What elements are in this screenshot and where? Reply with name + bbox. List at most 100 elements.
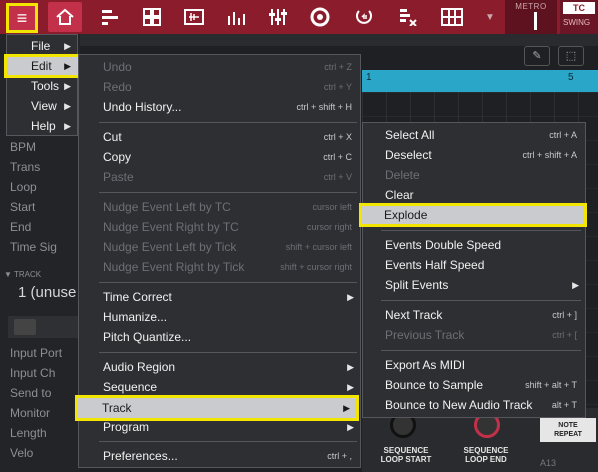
ruler-bar-5: 5 <box>568 72 574 83</box>
menu-item-label: Bounce to Sample <box>385 378 484 392</box>
grid-pads-button[interactable] <box>138 3 166 31</box>
track-name[interactable]: 1 (unuse <box>18 284 76 301</box>
menu-item-nudge-left-tc[interactable]: Nudge Event Left by TC cursor left <box>79 197 360 217</box>
pencil-icon: ✎ <box>532 50 542 62</box>
menu-item-file[interactable]: File ▶ <box>7 36 77 56</box>
submenu-arrow-icon: ▶ <box>572 280 579 290</box>
pencil-tool-button[interactable]: ✎ <box>524 46 550 66</box>
menu-item-edit[interactable]: Edit ▶ <box>4 54 80 78</box>
arrange-button[interactable] <box>96 3 124 31</box>
menu-item-help[interactable]: Help ▶ <box>7 116 77 136</box>
menu-item-program[interactable]: Program ▶ <box>79 417 360 437</box>
input-port-label: Input Port <box>10 346 63 360</box>
menu-item-pitch-quantize[interactable]: Pitch Quantize... <box>79 327 360 347</box>
mixer-icon <box>228 12 245 25</box>
menu-item-split-events[interactable]: Split Events ▶ <box>363 275 585 295</box>
pad-view-tab[interactable] <box>14 319 36 335</box>
menu-item-label: Export As MIDI <box>385 358 466 372</box>
menu-item-label: Next Track <box>385 308 443 322</box>
menu-item-label: Pitch Quantize... <box>103 330 192 344</box>
menu-item-label: Program <box>103 420 150 434</box>
step-grid-button[interactable] <box>438 3 466 31</box>
menu-item-label: Events Half Speed <box>385 258 485 272</box>
menu-item-delete[interactable]: Delete <box>363 165 585 185</box>
menu-item-label: Audio Region <box>103 360 176 374</box>
mixer-button[interactable] <box>222 3 250 31</box>
shortcut-label: ctrl + [ <box>552 330 577 340</box>
send-to-label: Send to <box>10 386 52 400</box>
menu-item-events-half-speed[interactable]: Events Half Speed <box>363 255 585 275</box>
channel-mixer-icon <box>269 9 287 25</box>
menu-item-label: Copy <box>103 150 132 164</box>
menu-item-cut[interactable]: Cut ctrl + X <box>79 127 360 147</box>
ruler-bar-1: 1 <box>366 72 372 83</box>
menu-item-bounce-new-audio-track[interactable]: Bounce to New Audio Track alt + T <box>363 395 585 415</box>
menu-separator <box>381 350 581 351</box>
loop-icon <box>356 10 372 24</box>
menu-item-bounce-to-sample[interactable]: Bounce to Sample shift + alt + T <box>363 375 585 395</box>
menu-item-label: Undo <box>103 60 132 74</box>
menu-item-deselect[interactable]: Deselect ctrl + shift + A <box>363 145 585 165</box>
menu-item-select-all[interactable]: Select All ctrl + A <box>363 125 585 145</box>
track-header-label: TRACK <box>14 270 42 279</box>
menu-item-export-midi[interactable]: Export As MIDI <box>363 355 585 375</box>
menu-item-label: Redo <box>103 80 132 94</box>
note-repeat-button[interactable]: NOTE REPEAT <box>540 418 596 442</box>
menu-item-paste[interactable]: Paste ctrl + V <box>79 167 360 187</box>
top-toolbar: ≡ ▼ METRO TC SWING <box>0 0 598 34</box>
menu-item-undo-history[interactable]: Undo History... ctrl + shift + H <box>79 97 360 117</box>
collapse-icon[interactable]: ▼ <box>4 270 14 279</box>
record-button[interactable] <box>306 3 334 31</box>
menu-item-events-double-speed[interactable]: Events Double Speed <box>363 235 585 255</box>
sample-edit-button[interactable] <box>180 3 208 31</box>
timeline-ruler[interactable]: 1 5 <box>362 70 598 92</box>
velo-label: Velo <box>10 446 34 460</box>
channel-mixer-button[interactable] <box>264 3 292 31</box>
select-tool-button[interactable]: ⬚ <box>558 46 584 66</box>
menu-item-clear[interactable]: Clear <box>363 185 585 205</box>
menu-item-preferences[interactable]: Preferences... ctrl + , <box>79 446 360 466</box>
menu-item-nudge-right-tc[interactable]: Nudge Event Right by TC cursor right <box>79 217 360 237</box>
menu-item-view[interactable]: View ▶ <box>7 96 77 116</box>
metronome-needle-icon <box>534 12 537 30</box>
time-sig-label: Time Sig <box>10 240 57 254</box>
sample-delete-button[interactable] <box>394 3 422 31</box>
menu-item-tools[interactable]: Tools ▶ <box>7 76 77 96</box>
hamburger-menu-button[interactable]: ≡ <box>6 3 38 33</box>
submenu-arrow-icon: ▶ <box>64 81 71 91</box>
menu-item-label: Help <box>31 119 56 133</box>
menu-item-previous-track[interactable]: Previous Track ctrl + [ <box>363 325 585 345</box>
submenu-arrow-icon: ▶ <box>347 362 354 372</box>
menu-item-nudge-left-tick[interactable]: Nudge Event Left by Tick shift + cursor l… <box>79 237 360 257</box>
loop-label: Loop <box>10 180 37 194</box>
menu-item-nudge-right-tick[interactable]: Nudge Event Right by Tick shift + cursor … <box>79 257 360 277</box>
loop-button[interactable] <box>350 3 378 31</box>
menu-item-sequence[interactable]: Sequence ▶ <box>79 377 360 397</box>
shortcut-label: ctrl + shift + A <box>522 150 577 160</box>
menu-item-next-track[interactable]: Next Track ctrl + ] <box>363 305 585 325</box>
menu-separator <box>99 192 357 193</box>
end-label: End <box>10 220 32 234</box>
menu-item-undo[interactable]: Undo ctrl + Z <box>79 57 360 77</box>
menu-separator <box>99 122 357 123</box>
monitor-label: Monitor <box>10 406 51 420</box>
shortcut-label: ctrl + ] <box>552 310 577 320</box>
shortcut-label: shift + cursor left <box>285 242 352 252</box>
menu-item-label: Sequence <box>103 380 158 394</box>
home-button[interactable] <box>48 2 82 32</box>
shortcut-label: alt + T <box>551 400 577 410</box>
sample-edit-icon <box>184 9 204 25</box>
metronome-panel[interactable]: METRO <box>505 0 557 34</box>
menu-item-redo[interactable]: Redo ctrl + Y <box>79 77 360 97</box>
menu-item-humanize[interactable]: Humanize... <box>79 307 360 327</box>
menu-item-label: Delete <box>385 168 420 182</box>
submenu-arrow-icon: ▶ <box>64 121 71 131</box>
menu-item-label: Undo History... <box>103 100 182 114</box>
menu-item-copy[interactable]: Copy ctrl + C <box>79 147 360 167</box>
tc-button[interactable]: TC <box>563 2 595 14</box>
menu-item-time-correct[interactable]: Time Correct ▶ <box>79 287 360 307</box>
toolbar-dropdown-button[interactable]: ▼ <box>476 3 504 31</box>
menu-separator <box>381 230 581 231</box>
menu-item-explode[interactable]: Explode <box>359 203 587 227</box>
menu-item-audio-region[interactable]: Audio Region ▶ <box>79 357 360 377</box>
